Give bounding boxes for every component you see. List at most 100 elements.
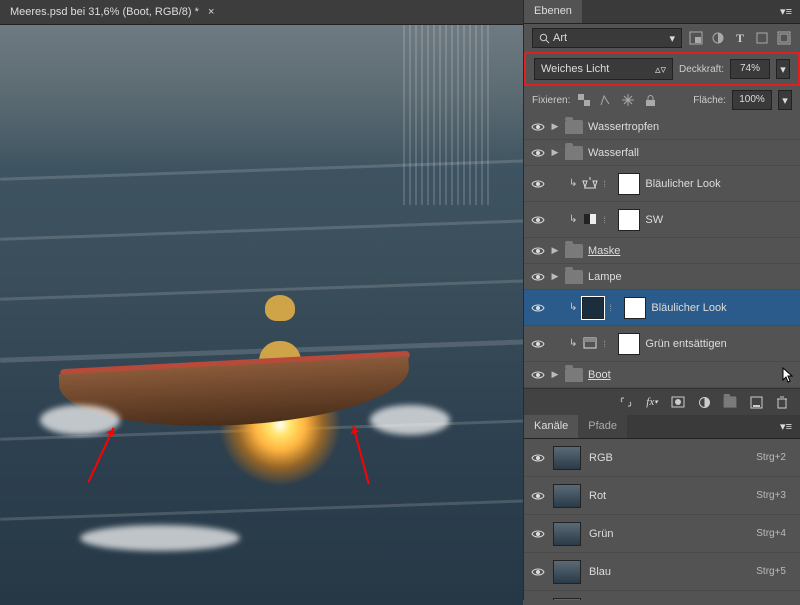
new-adjustment-icon[interactable] (696, 394, 712, 410)
lock-pixels-icon[interactable] (598, 92, 614, 108)
layer-row[interactable]: ↳⁞Bläulicher Look (524, 166, 800, 202)
new-group-icon[interactable] (722, 394, 738, 410)
boat-graphic (60, 305, 410, 425)
layer-row[interactable]: ↳⁞Bläulicher Look (524, 290, 800, 326)
opacity-field[interactable]: 74% (730, 59, 770, 79)
visibility-icon[interactable] (530, 179, 545, 189)
layer-name[interactable]: Wasserfall (588, 147, 794, 159)
filter-shape-icon[interactable] (754, 30, 770, 46)
tab-layers[interactable]: Ebenen (524, 0, 582, 23)
delete-layer-icon[interactable] (774, 394, 790, 410)
close-icon[interactable]: × (208, 6, 214, 18)
layer-row[interactable]: ▶ Maske (524, 238, 800, 264)
visibility-icon[interactable] (530, 529, 545, 539)
channel-row[interactable]: GrünStrg+4 (524, 515, 800, 553)
channel-shortcut: Strg+5 (756, 566, 786, 577)
layer-name[interactable]: Maske (588, 245, 794, 257)
clip-icon: ↳ (569, 338, 577, 349)
mask-thumb[interactable] (618, 333, 640, 355)
layer-thumb[interactable] (582, 297, 604, 319)
channel-row[interactable]: RotStrg+3 (524, 477, 800, 515)
folder-icon (565, 120, 583, 134)
channel-thumb[interactable] (553, 522, 581, 546)
layer-name[interactable]: Grün entsättigen (645, 338, 794, 350)
fill-label: Fläche: (693, 95, 726, 106)
layers-panel-tabs: Ebenen ▾≡ (524, 0, 800, 24)
visibility-icon[interactable] (530, 453, 545, 463)
channel-row[interactable]: Bläulicher Look MaskeStrg+< (524, 591, 800, 600)
lock-position-icon[interactable] (620, 92, 636, 108)
layer-name[interactable]: SW (645, 214, 794, 226)
filter-type-icon[interactable]: T (732, 30, 748, 46)
adjustment-icon (582, 176, 598, 192)
layer-name[interactable]: Bläulicher Look (651, 302, 794, 314)
layer-kind-filter[interactable]: Art ▾ (532, 28, 682, 48)
layer-row[interactable]: ▶ Wasserfall (524, 140, 800, 166)
mask-link-icon[interactable]: ⁞ (603, 215, 613, 225)
lock-transparent-icon[interactable] (576, 92, 592, 108)
layer-row[interactable]: ▶ Boot (524, 362, 800, 388)
folder-icon (565, 146, 583, 160)
opacity-stepper[interactable]: ▾ (776, 59, 790, 79)
layer-name[interactable]: Bläulicher Look (645, 178, 794, 190)
layer-filter-row: Art ▾ T (524, 24, 800, 52)
tab-paths[interactable]: Pfade (578, 415, 627, 438)
mask-link-icon[interactable]: ⁞ (603, 179, 613, 189)
fill-stepper[interactable]: ▾ (778, 90, 792, 110)
panel-menu-icon[interactable]: ▾≡ (772, 0, 800, 23)
visibility-icon[interactable] (530, 303, 545, 313)
visibility-icon[interactable] (530, 339, 545, 349)
filter-pixel-icon[interactable] (688, 30, 704, 46)
link-layers-icon[interactable] (618, 394, 634, 410)
expand-icon[interactable]: ▶ (550, 245, 560, 256)
add-mask-icon[interactable] (670, 394, 686, 410)
filter-smart-icon[interactable] (776, 30, 792, 46)
layer-name[interactable]: Boot (588, 369, 777, 381)
expand-icon[interactable]: ▶ (550, 369, 560, 380)
layer-row[interactable]: ↳⁞SW (524, 202, 800, 238)
visibility-icon[interactable] (530, 215, 545, 225)
channel-row[interactable]: BlauStrg+5 (524, 553, 800, 591)
panel-menu-icon[interactable]: ▾≡ (772, 415, 800, 438)
document-tab[interactable]: Meeres.psd bei 31,6% (Boot, RGB/8) * × (0, 0, 523, 25)
channels-list: RGBStrg+2RotStrg+3GrünStrg+4BlauStrg+5Bl… (524, 439, 800, 600)
mask-thumb[interactable] (618, 209, 640, 231)
visibility-icon[interactable] (530, 148, 545, 158)
expand-icon[interactable]: ▶ (550, 121, 560, 132)
layer-name[interactable]: Lampe (588, 271, 794, 283)
channel-thumb[interactable] (553, 560, 581, 584)
visibility-icon[interactable] (530, 246, 545, 256)
layer-fx-icon[interactable]: fx▾ (644, 394, 660, 410)
mask-thumb[interactable] (624, 297, 646, 319)
channel-row[interactable]: RGBStrg+2 (524, 439, 800, 477)
new-layer-icon[interactable] (748, 394, 764, 410)
visibility-icon[interactable] (530, 567, 545, 577)
opacity-label: Deckkraft: (679, 64, 724, 75)
layer-row[interactable]: ▶ Lampe (524, 264, 800, 290)
fill-field[interactable]: 100% (732, 90, 772, 110)
expand-icon[interactable]: ▶ (550, 147, 560, 158)
channel-name: Grün (589, 528, 748, 540)
layers-bottom-bar: fx▾ (524, 388, 800, 415)
visibility-icon[interactable] (530, 272, 545, 282)
lock-all-icon[interactable] (642, 92, 658, 108)
layer-row[interactable]: ↳ ⁞ Grün entsättigen (524, 326, 800, 362)
expand-icon[interactable]: ▶ (550, 271, 560, 282)
visibility-icon[interactable] (530, 370, 545, 380)
adjustment-icon (582, 212, 598, 228)
tab-channels[interactable]: Kanäle (524, 415, 578, 438)
visibility-icon[interactable] (530, 491, 545, 501)
layer-row[interactable]: ▶ Wassertropfen (524, 114, 800, 140)
mask-link-icon[interactable]: ⁞ (603, 339, 613, 349)
filter-adjustment-icon[interactable] (710, 30, 726, 46)
canvas[interactable] (0, 25, 523, 605)
blend-mode-select[interactable]: Weiches Licht▵▿ (534, 58, 673, 80)
mask-thumb[interactable] (618, 173, 640, 195)
mask-link-icon[interactable]: ⁞ (609, 303, 619, 313)
visibility-icon[interactable] (530, 122, 545, 132)
channel-shortcut: Strg+3 (756, 490, 786, 501)
folder-icon (565, 368, 583, 382)
channel-thumb[interactable] (553, 484, 581, 508)
layer-name[interactable]: Wassertropfen (588, 121, 794, 133)
channel-thumb[interactable] (553, 446, 581, 470)
